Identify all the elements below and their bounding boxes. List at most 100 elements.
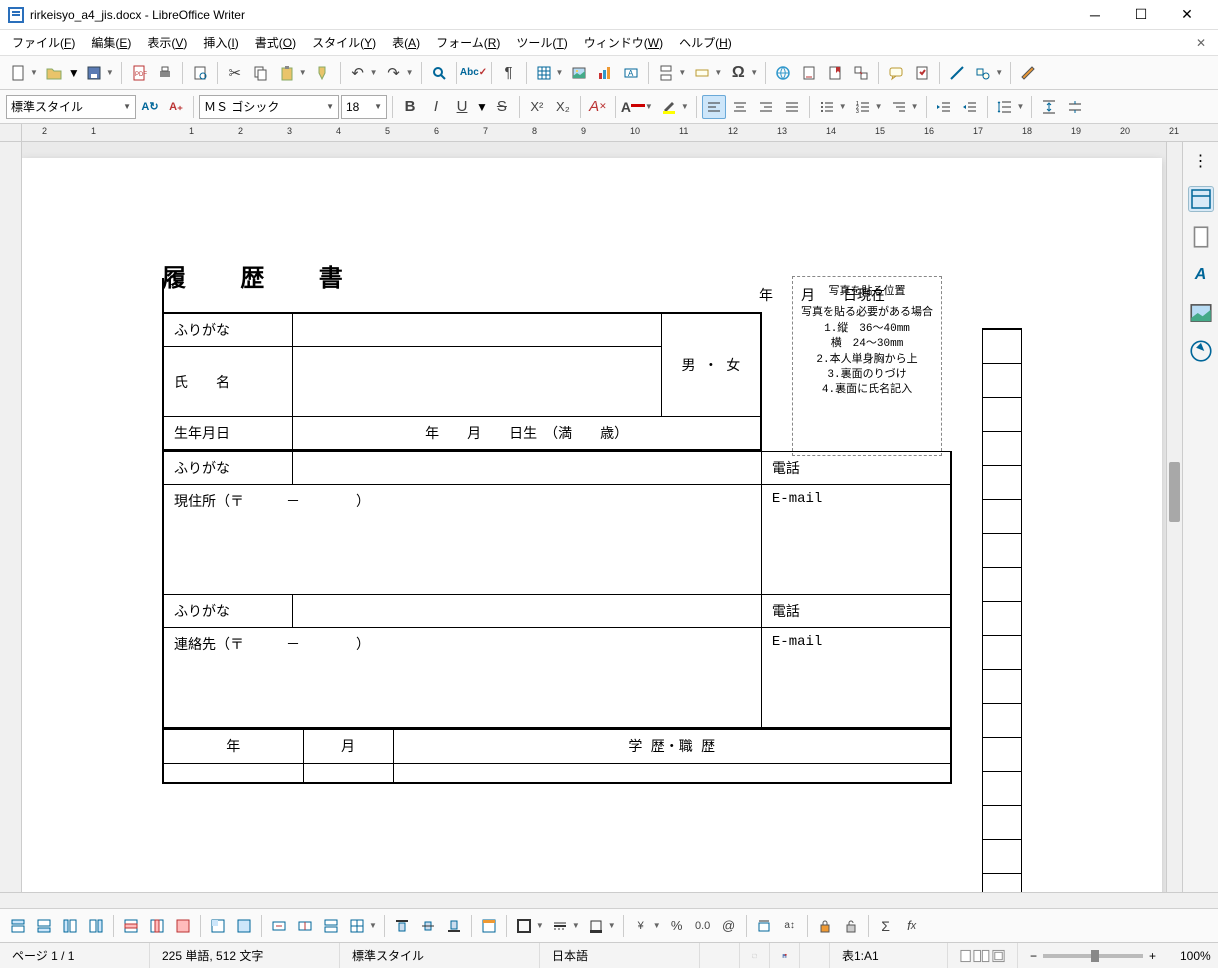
zoom-value[interactable]: 100% <box>1168 943 1218 968</box>
export-pdf-button[interactable]: PDF <box>127 61 151 85</box>
hyperlink-button[interactable] <box>771 61 795 85</box>
align-left-button[interactable] <box>702 95 726 119</box>
paste-button[interactable] <box>275 61 299 85</box>
special-char-button[interactable]: Ω <box>726 61 750 85</box>
increase-para-space-button[interactable] <box>1037 95 1061 119</box>
new-button[interactable] <box>6 61 30 85</box>
currency-format-button[interactable]: @ <box>717 914 741 938</box>
save-dropdown[interactable]: ▼ <box>104 68 116 77</box>
navigator-panel-icon[interactable] <box>1188 338 1214 364</box>
doc-close-button[interactable]: ✕ <box>1188 33 1214 53</box>
delete-col-button[interactable] <box>145 914 169 938</box>
optimize-button[interactable] <box>345 914 369 938</box>
vertical-scrollbar[interactable] <box>1166 142 1182 892</box>
subscript-button[interactable]: X₂ <box>551 95 575 119</box>
line-spacing-button[interactable] <box>993 95 1017 119</box>
number-list-button[interactable]: 123 <box>851 95 875 119</box>
minimize-button[interactable]: ─ <box>1072 0 1118 30</box>
redo-dropdown[interactable]: ▼ <box>404 68 416 77</box>
draw-functions-button[interactable] <box>1016 61 1040 85</box>
italic-button[interactable]: I <box>424 95 448 119</box>
borders-button[interactable] <box>512 914 536 938</box>
document-editor[interactable]: 履 歴 書 年 月 日現在 ふりがな男 ・ 女 氏 名 生年月日年 月 日生 （… <box>22 142 1166 892</box>
styles-panel-icon[interactable]: A <box>1188 262 1214 288</box>
border-style-button[interactable] <box>548 914 572 938</box>
cross-ref-button[interactable] <box>849 61 873 85</box>
gallery-panel-icon[interactable] <box>1188 300 1214 326</box>
horizontal-scrollbar[interactable] <box>0 892 1218 908</box>
superscript-button[interactable]: X² <box>525 95 549 119</box>
align-justify-button[interactable] <box>780 95 804 119</box>
track-changes-button[interactable] <box>910 61 934 85</box>
save-button[interactable] <box>82 61 106 85</box>
insert-row-above-button[interactable] <box>6 914 30 938</box>
select-cell-button[interactable] <box>206 914 230 938</box>
open-dropdown[interactable]: ▼ <box>68 66 80 80</box>
basic-shapes-button[interactable] <box>971 61 995 85</box>
insert-col-before-button[interactable] <box>58 914 82 938</box>
menu-t[interactable]: ツール(T) <box>508 31 575 54</box>
autoformat-button[interactable] <box>477 914 501 938</box>
insert-row-below-button[interactable] <box>32 914 56 938</box>
signature-icon[interactable] <box>800 943 830 968</box>
spellcheck-button[interactable]: Abc✓ <box>462 61 486 85</box>
line-button[interactable] <box>945 61 969 85</box>
document-page[interactable]: 履 歴 書 年 月 日現在 ふりがな男 ・ 女 氏 名 生年月日年 月 日生 （… <box>22 158 1162 892</box>
delete-table-button[interactable] <box>171 914 195 938</box>
menu-i[interactable]: 挿入(I) <box>195 31 246 54</box>
clone-format-button[interactable] <box>311 61 335 85</box>
bold-button[interactable]: B <box>398 95 422 119</box>
open-button[interactable] <box>42 61 66 85</box>
decrease-indent-button[interactable] <box>958 95 982 119</box>
cut-button[interactable]: ✂ <box>223 61 247 85</box>
insert-col-after-button[interactable] <box>84 914 108 938</box>
cell-align-middle-button[interactable] <box>416 914 440 938</box>
sort-button[interactable]: a↕ <box>778 914 802 938</box>
select-table-button[interactable] <box>232 914 256 938</box>
properties-panel-icon[interactable] <box>1188 186 1214 212</box>
formula-button[interactable]: fx <box>900 914 924 938</box>
paste-dropdown[interactable]: ▼ <box>297 68 309 77</box>
table-dropdown[interactable]: ▼ <box>554 68 566 77</box>
undo-button[interactable]: ↶ <box>346 61 370 85</box>
find-button[interactable] <box>427 61 451 85</box>
doc-modified-icon[interactable] <box>770 943 800 968</box>
insert-image-button[interactable] <box>567 61 591 85</box>
outline-button[interactable] <box>887 95 911 119</box>
table-caption-button[interactable] <box>752 914 776 938</box>
horizontal-ruler[interactable]: 21123456789101112131415161718192021 <box>22 124 1218 142</box>
undo-dropdown[interactable]: ▼ <box>368 68 380 77</box>
insert-textbox-button[interactable]: A <box>619 61 643 85</box>
font-size-combo[interactable]: 18▼ <box>341 95 387 119</box>
word-count[interactable]: 225 単語, 512 文字 <box>150 943 340 968</box>
decimal-format-button[interactable]: 0.0 <box>691 914 715 938</box>
language-status[interactable]: 日本語 <box>540 943 700 968</box>
protect-button[interactable] <box>813 914 837 938</box>
maximize-button[interactable]: ☐ <box>1118 0 1164 30</box>
decrease-para-space-button[interactable] <box>1063 95 1087 119</box>
page-break-button[interactable] <box>654 61 678 85</box>
merge-cells-button[interactable] <box>267 914 291 938</box>
strike-button[interactable]: S <box>490 95 514 119</box>
redo-button[interactable]: ↷ <box>382 61 406 85</box>
copy-button[interactable] <box>249 61 273 85</box>
vertical-ruler[interactable] <box>0 142 22 892</box>
formatting-marks-button[interactable]: ¶ <box>497 61 521 85</box>
page-status[interactable]: ページ 1 / 1 <box>0 943 150 968</box>
delete-row-button[interactable] <box>119 914 143 938</box>
menu-y[interactable]: スタイル(Y) <box>304 31 384 54</box>
sidebar-settings-icon[interactable]: ⋮ <box>1188 148 1214 174</box>
menu-a[interactable]: 表(A) <box>384 31 428 54</box>
new-style-button[interactable]: A₊ <box>164 95 188 119</box>
sum-button[interactable]: Σ <box>874 914 898 938</box>
align-center-button[interactable] <box>728 95 752 119</box>
paragraph-style-combo[interactable]: 標準スタイル▼ <box>6 95 136 119</box>
cell-position[interactable]: 表1:A1 <box>830 943 948 968</box>
underline-button[interactable]: U <box>450 95 474 119</box>
percent-format-button[interactable]: % <box>665 914 689 938</box>
split-cells-button[interactable] <box>293 914 317 938</box>
menu-f[interactable]: ファイル(F) <box>4 31 83 54</box>
increase-indent-button[interactable] <box>932 95 956 119</box>
zoom-slider[interactable] <box>1043 954 1143 958</box>
insert-chart-button[interactable] <box>593 61 617 85</box>
